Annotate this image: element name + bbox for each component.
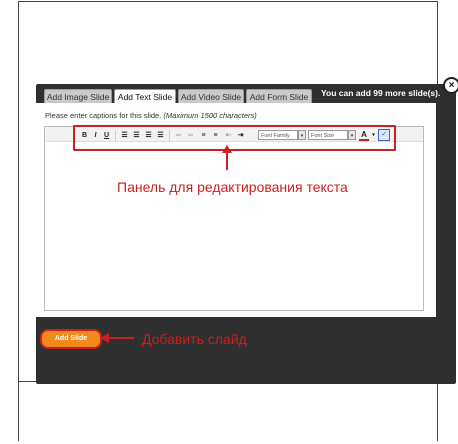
tab-add-video-slide[interactable]: Add Video Slide <box>178 89 244 103</box>
arrow-left-stem <box>108 337 134 339</box>
tab-add-form-slide[interactable]: Add Form Slide <box>246 89 312 103</box>
add-slide-button[interactable]: Add Slide <box>40 329 102 349</box>
add-slide-annotation: Добавить слайд <box>142 331 247 347</box>
slides-remaining-text: You can add 99 more slide(s). <box>321 88 441 98</box>
tab-add-text-slide[interactable]: Add Text Slide <box>114 89 176 103</box>
arrow-up-stem <box>226 152 228 170</box>
caption-editor[interactable] <box>44 126 424 311</box>
toolbar-highlight-box <box>73 125 396 151</box>
caption-instructions: Please enter captions for this slide. (M… <box>45 111 257 120</box>
close-icon[interactable]: × <box>443 77 458 94</box>
tab-add-image-slide[interactable]: Add Image Slide <box>44 89 112 103</box>
toolbar-annotation: Панель для редактирования текста <box>117 179 348 195</box>
caption-limit: (Maximum 1500 characters) <box>163 111 257 120</box>
caption-prompt: Please enter captions for this slide. <box>45 111 162 120</box>
